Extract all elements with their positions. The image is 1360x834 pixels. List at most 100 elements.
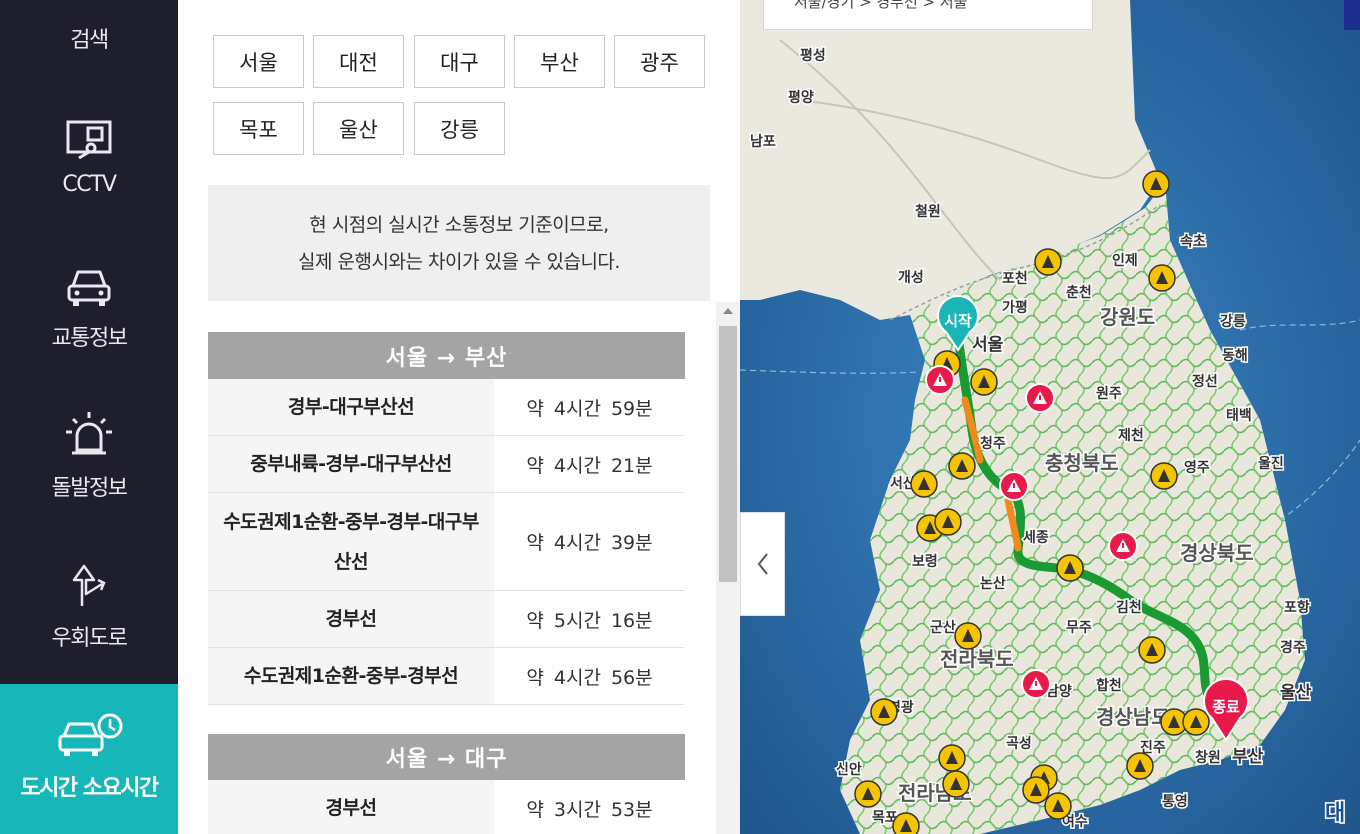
construction-icon[interactable]: [870, 698, 898, 726]
route-name: 경부선: [208, 780, 494, 834]
construction-icon[interactable]: [954, 622, 982, 650]
incident-icon[interactable]: [999, 471, 1029, 501]
city-button-ulsan[interactable]: 울산: [313, 102, 404, 155]
incident-icon[interactable]: [1108, 531, 1138, 561]
side-nav: 검색 CCTV 교통정보 돌발정보 우회도로 도시간 소요시간: [0, 0, 178, 834]
map-canvas[interactable]: 평성 평양 남포 철원 개성 포천 가평 춘천 인제 속초 강릉 동해 서울 강…: [740, 0, 1360, 834]
detour-icon: [72, 564, 106, 606]
place-label: 태백: [1226, 408, 1252, 424]
place-label: 합천: [1096, 677, 1122, 694]
place-label: 김천: [1116, 599, 1142, 616]
nav-item-cctv[interactable]: CCTV: [0, 92, 178, 242]
map-breadcrumb-text: 서울/경기 > 경부선 > 서울: [794, 0, 968, 11]
intercity-time-panel: 서울 대전 대구 부산 광주 목포 울산 강릉 현 시점의 실시간 소통정보 기…: [178, 0, 740, 834]
route-time: 약 3시간 53분: [526, 798, 653, 821]
scroll-thumb[interactable]: [719, 326, 737, 582]
place-label: 경주: [1280, 639, 1306, 656]
nav-item-search[interactable]: 검색: [0, 0, 178, 70]
start-label: 시작: [944, 312, 972, 330]
place-label: 남포: [750, 133, 776, 150]
construction-icon[interactable]: [1044, 792, 1072, 820]
place-label: 세종: [1023, 530, 1049, 546]
route-name: 중부내륙-경부-대구부산선: [208, 436, 494, 492]
table-row[interactable]: 수도권제1순환-중부-경부-대구부산선 약 4시간 39분: [208, 493, 685, 591]
place-label: 서울: [972, 335, 1004, 355]
nav-label-intercity-time: 도시간 소요시간: [20, 776, 159, 801]
place-label: 대: [1325, 801, 1345, 826]
place-label: 영주: [1184, 459, 1210, 476]
place-label: 평성: [800, 47, 826, 64]
city-button-mokpo[interactable]: 목포: [213, 102, 304, 155]
route-name: 경부선: [208, 591, 494, 647]
route-time: 약 4시간 59분: [526, 397, 653, 420]
city-button-daegu[interactable]: 대구: [414, 35, 505, 88]
route-time: 약 5시간 16분: [526, 609, 653, 632]
place-label: 보령: [912, 554, 938, 570]
city-button-busan[interactable]: 부산: [514, 35, 605, 88]
end-label: 종료: [1212, 698, 1240, 716]
nav-item-incident[interactable]: 돌발정보: [0, 392, 178, 542]
siren-icon: [66, 412, 112, 455]
construction-icon[interactable]: [1150, 462, 1178, 490]
construction-icon[interactable]: [948, 452, 976, 480]
car-icon: [67, 270, 111, 306]
construction-icon[interactable]: [1138, 636, 1166, 664]
construction-icon[interactable]: [970, 368, 998, 396]
route-time: 약 4시간 39분: [526, 532, 653, 554]
car-clock-icon: [58, 713, 123, 756]
incident-icon[interactable]: [925, 365, 955, 395]
place-label: 속초: [1180, 234, 1206, 250]
construction-icon[interactable]: [1148, 264, 1176, 292]
construction-icon[interactable]: [1182, 708, 1210, 736]
place-label: 개성: [898, 270, 924, 286]
construction-icon[interactable]: [1034, 248, 1062, 276]
table-row[interactable]: 경부선 약 3시간 53분: [208, 780, 685, 834]
city-button-seoul[interactable]: 서울: [213, 35, 304, 88]
route-time: 약 4시간 56분: [526, 666, 653, 689]
notice-line-1: 현 시점의 실시간 소통정보 기준이므로,: [309, 214, 609, 236]
construction-icon[interactable]: [942, 770, 970, 798]
place-label: 춘천: [1066, 285, 1092, 301]
place-label: 울산: [1280, 683, 1312, 703]
construction-icon[interactable]: [1056, 554, 1084, 582]
city-button-daejeon[interactable]: 대전: [313, 35, 404, 88]
table-row[interactable]: 경부-대구부산선 약 4시간 59분: [208, 379, 685, 436]
chevron-left-icon: [757, 553, 768, 575]
nav-label-incident: 돌발정보: [51, 476, 128, 501]
nav-label-detour: 우회도로: [51, 626, 128, 651]
construction-icon[interactable]: [938, 744, 966, 772]
city-button-gwangju[interactable]: 광주: [614, 35, 705, 88]
incident-icon[interactable]: [1025, 383, 1055, 413]
construction-icon[interactable]: [1142, 170, 1170, 198]
nav-label-search: 검색: [70, 28, 109, 53]
map-breadcrumb[interactable]: 서울/경기 > 경부선 > 서울: [763, 0, 1093, 30]
construction-icon[interactable]: [1126, 752, 1154, 780]
place-label: 경상북도: [1180, 541, 1254, 565]
route-name: 경부-대구부산선: [208, 379, 494, 435]
route-table-seoul-busan: 서울 → 부산 경부-대구부산선 약 4시간 59분 중부내륙-경부-대구부산선…: [208, 332, 685, 705]
collapse-panel-button[interactable]: [740, 512, 785, 616]
panel-scrollbar[interactable]: [716, 302, 740, 834]
construction-icon[interactable]: [910, 470, 938, 498]
table-row[interactable]: 수도권제1순환-중부-경부선 약 4시간 56분: [208, 648, 685, 705]
nav-item-traffic[interactable]: 교통정보: [0, 242, 178, 392]
traffic-map[interactable]: 평성 평양 남포 철원 개성 포천 가평 춘천 인제 속초 강릉 동해 서울 강…: [740, 0, 1360, 834]
construction-icon[interactable]: [934, 508, 962, 536]
nav-item-intercity-time[interactable]: 도시간 소요시간: [0, 684, 178, 834]
table-row[interactable]: 중부내륙-경부-대구부산선 약 4시간 21분: [208, 436, 685, 493]
place-label: 정선: [1192, 373, 1218, 390]
table-row[interactable]: 경부선 약 5시간 16분: [208, 591, 685, 648]
incident-icon[interactable]: [1021, 669, 1051, 699]
place-label: 원주: [1096, 386, 1122, 402]
construction-icon[interactable]: [854, 780, 882, 808]
construction-icon[interactable]: [892, 812, 920, 834]
nav-item-detour[interactable]: 우회도로: [0, 542, 178, 692]
route-name: 수도권제1순환-중부-경부-대구부산선: [208, 493, 494, 590]
city-button-gangneung[interactable]: 강릉: [414, 102, 505, 155]
place-label: 전라북도: [940, 647, 1014, 671]
notice-line-2: 실제 운행시와는 차이가 있을 수 있습니다.: [298, 251, 620, 273]
place-label: 부산: [1232, 747, 1264, 767]
map-corner-control[interactable]: [1344, 0, 1360, 30]
scroll-up-arrow-icon[interactable]: [723, 308, 733, 314]
construction-icon[interactable]: [1022, 776, 1050, 804]
